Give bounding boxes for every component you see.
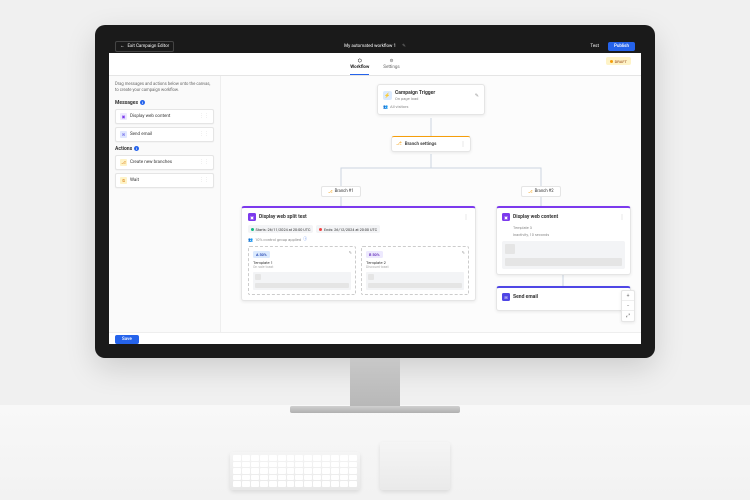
app-topbar: ← Exit Campaign Editor My automated work… [109,39,641,53]
tab-settings-label: Settings [383,65,399,70]
node-subtitle: On page load [395,96,435,101]
info-icon[interactable]: i [140,100,145,105]
variant-sub: On sale toast [253,265,351,269]
palette-item-label: Create new branches [130,160,172,165]
palette-item-label: Wait [130,178,139,183]
drag-handle-icon[interactable]: ⋮⋮ [199,177,209,183]
end-date-pill: Ends: 26/12/2024 at 20:00 UTC [316,225,380,233]
save-button[interactable]: Save [115,335,139,344]
variant-a[interactable]: A 50% ✎ Template 1 On sale toast [248,246,356,295]
exit-editor-button[interactable]: ← Exit Campaign Editor [115,41,174,52]
drag-handle-icon[interactable]: ⋮⋮ [199,159,209,165]
info-icon[interactable]: ⓘ [303,236,307,242]
palette-web-content[interactable]: ▣ Display web content ⋮⋮ [115,109,214,124]
clock-icon: ⏲ [120,177,127,184]
template-thumbnail [366,272,464,290]
zoom-in-button[interactable]: + [622,291,634,301]
palette-create-branches[interactable]: ⎇ Create new branches ⋮⋮ [115,155,214,170]
workflow-title: My automated workflow 1 [344,44,396,49]
keyboard-prop [230,452,360,490]
palette-item-label: Display web content [130,114,170,119]
trackpad-prop [380,442,450,490]
palette-item-label: Send email [130,132,152,137]
audience-label: All visitors [390,104,408,109]
control-group-label: 👥 10% control group applied ⓘ [248,236,469,242]
zoom-fit-button[interactable]: ⤢ [622,311,634,321]
node-title: Send email [513,294,538,300]
branch-label-b[interactable]: ⎇ Branch #2 [521,186,561,197]
editor-footer: Save [109,332,641,344]
branch-icon: ⎇ [396,141,402,147]
branch-settings-node[interactable]: ⎇ Branch settings ⋯ [391,136,471,152]
pencil-icon[interactable]: ✎ [475,93,479,99]
palette-send-email[interactable]: ✉ Send email ⋮⋮ [115,127,214,142]
envelope-icon: ✉ [502,293,510,301]
drag-handle-icon[interactable]: ⋮⋮ [199,113,209,119]
layout-icon: ▣ [502,213,510,221]
palette-sidebar: Drag messages and actions below onto the… [109,76,221,332]
layout-icon: ▣ [248,213,256,221]
tab-settings[interactable]: ⚙ Settings [383,58,399,75]
branch-label-a[interactable]: ⎇ Branch #1 [321,186,361,197]
template-name: Template 3 [513,225,625,230]
more-icon[interactable]: ⋯ [459,141,466,147]
status-badge: DRAFT [606,57,631,65]
start-date-pill: Starts: 26/11/2024 at 20:00 UTC [248,225,313,233]
zoom-controls: + − ⤢ [621,290,635,322]
info-icon[interactable]: i [134,146,139,151]
template-thumbnail [502,241,625,269]
node-title: Display web split test [259,214,307,220]
split-test-node[interactable]: ▣ Display web split test ⋯ Starts: 26/11… [241,206,476,301]
more-icon[interactable]: ⋯ [462,214,469,220]
variant-badge: B 50% [366,251,383,258]
variant-sub: Discount toast [366,265,464,269]
arrow-left-icon: ← [120,43,125,49]
zoom-out-button[interactable]: − [622,301,634,311]
actions-section-label: Actions i [115,146,214,152]
variant-b[interactable]: B 50% ✎ Template 2 Discount toast [361,246,469,295]
variant-badge: A 50% [253,251,270,258]
publish-button[interactable]: Publish [608,42,635,51]
palette-wait[interactable]: ⏲ Wait ⋮⋮ [115,173,214,188]
tab-workflow[interactable]: ⬡ Workflow [350,58,369,75]
lightning-icon: ⚡ [383,91,392,100]
users-icon: 👥 [248,237,253,242]
template-thumbnail [253,272,351,290]
gear-icon: ⚙ [389,58,395,64]
editor-tabs: ⬡ Workflow ⚙ Settings DRAFT [109,53,641,76]
node-title: Branch settings [405,142,437,147]
pencil-icon[interactable]: ✎ [402,44,406,49]
users-icon: 👥 [383,104,388,109]
drag-handle-icon[interactable]: ⋮⋮ [199,131,209,137]
tab-workflow-label: Workflow [350,65,369,70]
more-icon[interactable]: ⋯ [618,214,625,220]
branch-icon: ⎇ [328,189,333,194]
workflow-canvas[interactable]: ⚡ Campaign Trigger On page load ✎ 👥 All … [221,76,641,332]
palette-instructions: Drag messages and actions below onto the… [115,82,214,94]
branch-icon: ⎇ [528,189,533,194]
branch-icon: ⎇ [120,159,127,166]
send-email-node[interactable]: ✉ Send email ⋯ [496,286,631,311]
exit-label: Exit Campaign Editor [128,44,170,49]
web-content-node[interactable]: ▣ Display web content ⋯ Template 3 Inact… [496,206,631,275]
messages-section-label: Messages i [115,100,214,106]
test-button[interactable]: Test [585,42,604,50]
layout-icon: ▣ [120,113,127,120]
envelope-icon: ✉ [120,131,127,138]
pencil-icon[interactable]: ✎ [462,250,465,255]
pencil-icon[interactable]: ✎ [349,250,352,255]
workflow-icon: ⬡ [357,58,363,64]
campaign-trigger-node[interactable]: ⚡ Campaign Trigger On page load ✎ 👥 All … [377,84,485,115]
node-title: Display web content [513,214,558,220]
timing-label: Inactivity, 10 seconds [513,232,625,237]
